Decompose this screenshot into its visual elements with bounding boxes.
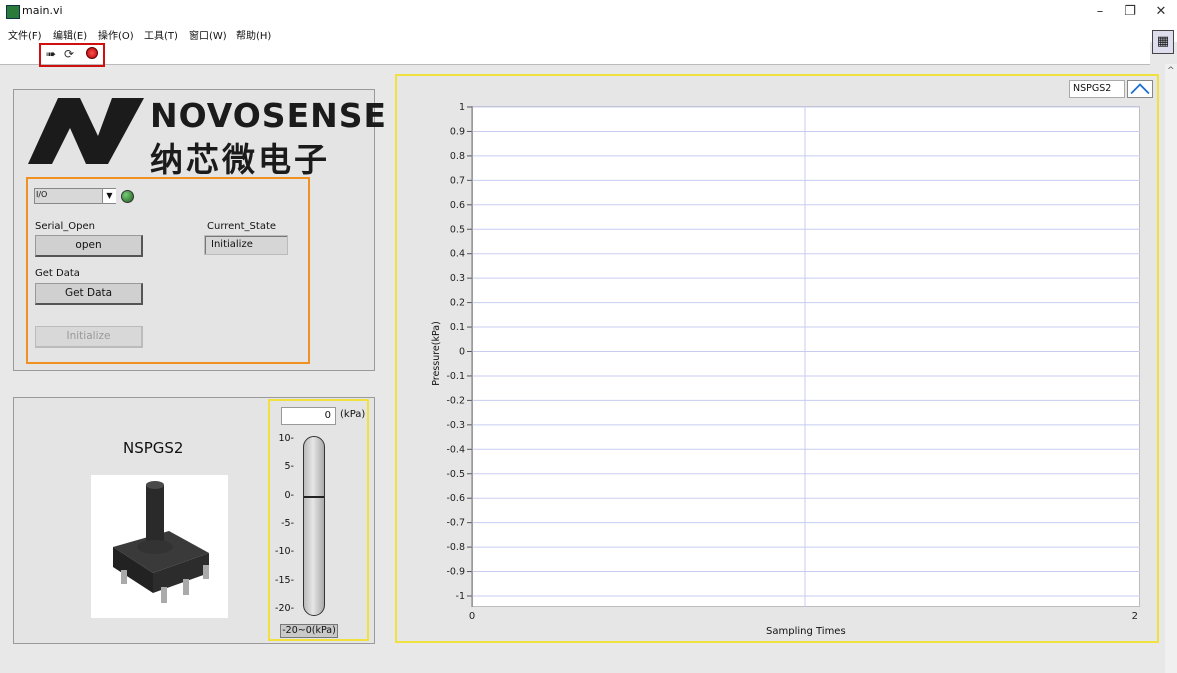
y-tick-label: -0.4 [446, 444, 465, 455]
y-tick-label: -0.3 [446, 420, 465, 431]
chart-svg: 1 0.9 0.8 0.7 0.6 0.5 0.4 0.3 0.2 0.1 0 -0.1 -0.2 -0.… [446, 102, 1140, 622]
y-tick-label: 0.1 [450, 322, 465, 333]
legend-label[interactable]: NSPGS2 [1069, 80, 1125, 98]
y-tick-label: 0.3 [450, 273, 465, 284]
x-tick-label: 2 [1132, 611, 1138, 622]
y-tick-label: 0.7 [450, 175, 465, 186]
y-axis-label: Pressure(kPa) [430, 321, 442, 386]
y-tick-label: 0 [459, 347, 465, 358]
y-tick-label: -0.1 [446, 371, 465, 382]
vertical-scrollbar[interactable] [1165, 64, 1177, 673]
y-tick-label: -0.6 [446, 493, 465, 504]
x-tick-label: 0 [469, 611, 475, 622]
y-tick-label: -0.7 [446, 518, 465, 529]
scroll-up-icon[interactable]: ^ [1167, 66, 1175, 76]
y-tick-label: 1 [459, 102, 465, 113]
y-tick-label: -0.8 [446, 542, 465, 553]
x-axis-label: Sampling Times [766, 626, 846, 637]
y-tick-label: -0.2 [446, 395, 465, 406]
legend-line-swatch-icon[interactable] [1127, 80, 1153, 98]
y-tick-label: 0.4 [450, 249, 465, 260]
y-tick-label: -1 [456, 591, 465, 602]
y-tick-label: 0.9 [450, 126, 465, 137]
y-tick-label: 0.8 [450, 151, 465, 162]
y-tick-label: -0.5 [446, 469, 465, 480]
y-tick-label: 0.5 [450, 224, 465, 235]
y-tick-label: 0.2 [450, 298, 465, 309]
y-tick-label: 0.6 [450, 200, 465, 211]
y-tick-label: -0.9 [446, 567, 465, 578]
